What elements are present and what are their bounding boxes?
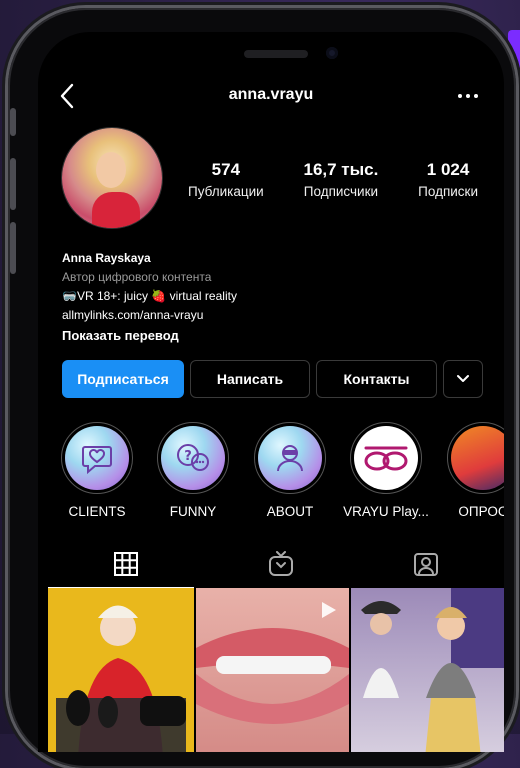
highlight-clients[interactable]: CLIENTS bbox=[52, 422, 142, 519]
profile-tabs bbox=[38, 542, 504, 588]
stat-label: Публикации bbox=[188, 184, 264, 199]
post-thumbnail[interactable] bbox=[351, 588, 504, 752]
show-translation-link[interactable]: Показать перевод bbox=[62, 326, 492, 345]
dot-icon bbox=[458, 94, 462, 98]
posts-grid bbox=[48, 588, 504, 752]
dot-icon bbox=[466, 94, 470, 98]
highlight-cover bbox=[258, 426, 322, 490]
more-options-button[interactable] bbox=[456, 84, 480, 108]
avatar-dress bbox=[92, 192, 140, 228]
profile-actions: Подписаться Написать Контакты bbox=[62, 360, 484, 400]
highlight-ring bbox=[61, 422, 133, 494]
stat-posts[interactable]: 574 Публикации bbox=[188, 160, 264, 204]
stat-value: 574 bbox=[211, 160, 241, 179]
suggested-accounts-button[interactable] bbox=[443, 360, 483, 398]
vrayu-logo-icon bbox=[364, 446, 408, 471]
chevron-down-icon bbox=[457, 375, 469, 382]
highlight-label: FUNNY bbox=[169, 504, 217, 519]
dot-icon bbox=[474, 94, 478, 98]
highlight-poll[interactable]: ОПРОС bbox=[438, 422, 504, 519]
front-camera bbox=[326, 47, 338, 59]
grid-icon bbox=[113, 552, 138, 576]
stat-value: 1 024 bbox=[426, 160, 470, 179]
follow-button[interactable]: Подписаться bbox=[62, 360, 184, 398]
highlight-ring bbox=[350, 422, 422, 494]
highlight-cover-photo bbox=[451, 426, 504, 490]
story-highlights: CLIENTS ? FUNNY ABOUT VRAYU Play... ОПРО… bbox=[38, 422, 504, 522]
question-chat-icon: ? bbox=[177, 444, 209, 471]
stat-following[interactable]: 1 024 Подписки bbox=[418, 160, 478, 204]
profile-header: anna.vrayu bbox=[38, 83, 504, 109]
post-image-lips bbox=[196, 602, 349, 724]
profile-bio: Anna Rayskaya Автор цифрового контента 🥽… bbox=[62, 249, 492, 345]
post-thumbnail[interactable] bbox=[196, 588, 349, 752]
stat-value: 16,7 тыс. bbox=[303, 160, 379, 179]
speaker-grill bbox=[244, 50, 308, 58]
highlight-label: VRAYU Play... bbox=[343, 504, 429, 519]
post-image-two-women bbox=[361, 588, 504, 752]
contacts-button[interactable]: Контакты bbox=[316, 360, 437, 398]
igtv-icon bbox=[268, 551, 293, 576]
highlight-label: CLIENTS bbox=[68, 504, 126, 519]
highlight-label: ABOUT bbox=[266, 504, 314, 519]
tab-posts-grid[interactable] bbox=[48, 542, 203, 586]
tab-tagged[interactable] bbox=[348, 542, 503, 586]
svg-text:?: ? bbox=[184, 449, 192, 464]
highlight-vrayu-play[interactable]: VRAYU Play... bbox=[341, 422, 431, 519]
tagged-person-icon bbox=[413, 553, 438, 576]
profile-stats: 574 Публикации 16,7 тыс. Подписчики 1 02… bbox=[188, 160, 478, 204]
phone-frame: anna.vrayu 574 Публикации 16,7 тыс. Подп… bbox=[8, 8, 516, 768]
person-vr-icon bbox=[277, 445, 303, 472]
highlight-funny[interactable]: ? FUNNY bbox=[148, 422, 238, 519]
post-image-woman-vr-headsets bbox=[56, 605, 186, 752]
profile-username: anna.vrayu bbox=[228, 86, 314, 103]
highlight-about[interactable]: ABOUT bbox=[245, 422, 335, 519]
highlight-cover bbox=[354, 426, 418, 490]
profile-category: Автор цифрового контента bbox=[62, 270, 212, 284]
post-thumbnail[interactable] bbox=[48, 588, 194, 752]
bio-link[interactable]: allmylinks.com/anna-vrayu bbox=[62, 306, 492, 325]
app-screen: anna.vrayu 574 Публикации 16,7 тыс. Подп… bbox=[38, 32, 504, 752]
profile-display-name: Anna Rayskaya bbox=[62, 251, 151, 265]
heart-chat-icon bbox=[82, 446, 112, 475]
tab-igtv[interactable] bbox=[203, 542, 358, 586]
phone-mute-switch bbox=[10, 108, 16, 136]
phone-volume-down bbox=[10, 222, 16, 274]
message-button[interactable]: Написать bbox=[190, 360, 310, 398]
avatar-face bbox=[96, 152, 126, 188]
stat-followers[interactable]: 16,7 тыс. Подписчики bbox=[304, 160, 379, 204]
highlight-cover bbox=[65, 426, 129, 490]
stat-label: Подписки bbox=[418, 184, 478, 199]
highlight-ring: ? bbox=[157, 422, 229, 494]
phone-volume-up bbox=[10, 158, 16, 210]
highlight-cover: ? bbox=[161, 426, 225, 490]
bio-text: 🥽VR 18+: juicy 🍓 virtual reality bbox=[62, 289, 237, 303]
highlight-ring bbox=[254, 422, 326, 494]
profile-avatar[interactable] bbox=[62, 128, 162, 228]
highlight-label: ОПРОС bbox=[458, 504, 504, 519]
highlight-ring bbox=[447, 422, 504, 494]
stat-label: Подписчики bbox=[303, 184, 379, 199]
